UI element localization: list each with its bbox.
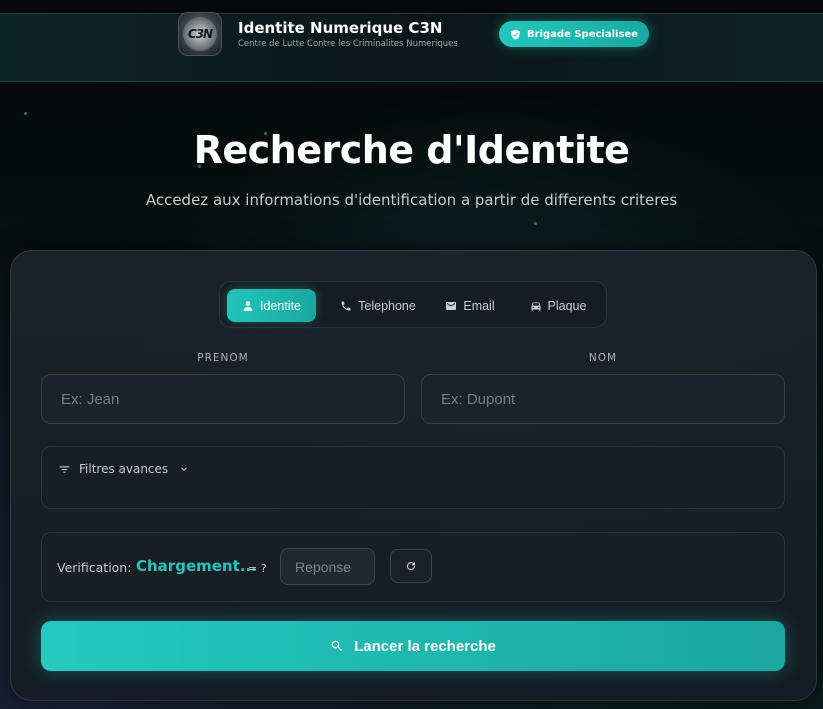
tab-label: Telephone xyxy=(358,298,416,313)
search-submit-button[interactable]: Lancer la recherche xyxy=(41,621,785,671)
brand-title: Identite Numerique C3N xyxy=(238,19,443,37)
filters-label: Filtres avances xyxy=(79,462,169,476)
captcha-refresh-button[interactable] xyxy=(390,549,432,583)
prenom-label: PRENOM xyxy=(197,352,249,364)
brigade-badge: Brigade Specialisee xyxy=(499,21,649,47)
page-title: Recherche d'Identite xyxy=(193,128,630,172)
brand-subtitle: Centre de Lutte Contre les Criminalites … xyxy=(238,39,458,49)
tab-identite[interactable]: Identite xyxy=(227,289,316,322)
chevron-down-icon xyxy=(181,467,188,471)
submit-label: Lancer la recherche xyxy=(354,637,496,655)
nom-label: NOM xyxy=(588,352,618,364)
advanced-filters-panel xyxy=(41,446,785,509)
page-subtitle: Accedez aux informations d'identificatio… xyxy=(145,191,678,209)
captcha-question: Chargement... xyxy=(136,557,257,575)
shield-check-icon xyxy=(511,28,520,40)
tab-label: Email xyxy=(463,298,495,313)
refresh-icon xyxy=(407,562,416,571)
tab-email[interactable]: Email xyxy=(435,289,505,322)
logo-emblem: C3N xyxy=(183,17,217,51)
c3n-logo: C3N xyxy=(178,12,222,56)
tab-label: Plaque xyxy=(547,298,587,313)
particle xyxy=(24,112,27,115)
particle xyxy=(534,222,537,225)
badge-label: Brigade Specialisee xyxy=(527,28,638,40)
tab-telephone[interactable]: Telephone xyxy=(326,289,430,322)
car-icon xyxy=(531,302,541,310)
filter-icon xyxy=(59,465,70,473)
advanced-filters-toggle[interactable]: Filtres avances xyxy=(58,462,190,476)
search-type-tabs: Identite Telephone Email Plaque xyxy=(219,281,607,328)
tab-plaque[interactable]: Plaque xyxy=(518,289,598,322)
captcha-equals: = ? xyxy=(248,562,267,575)
captcha-label: Verification: xyxy=(57,560,132,575)
phone-icon xyxy=(341,301,351,310)
email-icon xyxy=(446,301,457,310)
top-strip xyxy=(0,0,823,14)
tab-label: Identite xyxy=(259,298,301,313)
captcha-answer-input[interactable] xyxy=(280,548,375,585)
prenom-input[interactable] xyxy=(41,374,405,424)
search-icon xyxy=(331,640,343,651)
person-icon xyxy=(243,300,253,311)
nom-input[interactable] xyxy=(421,374,785,424)
